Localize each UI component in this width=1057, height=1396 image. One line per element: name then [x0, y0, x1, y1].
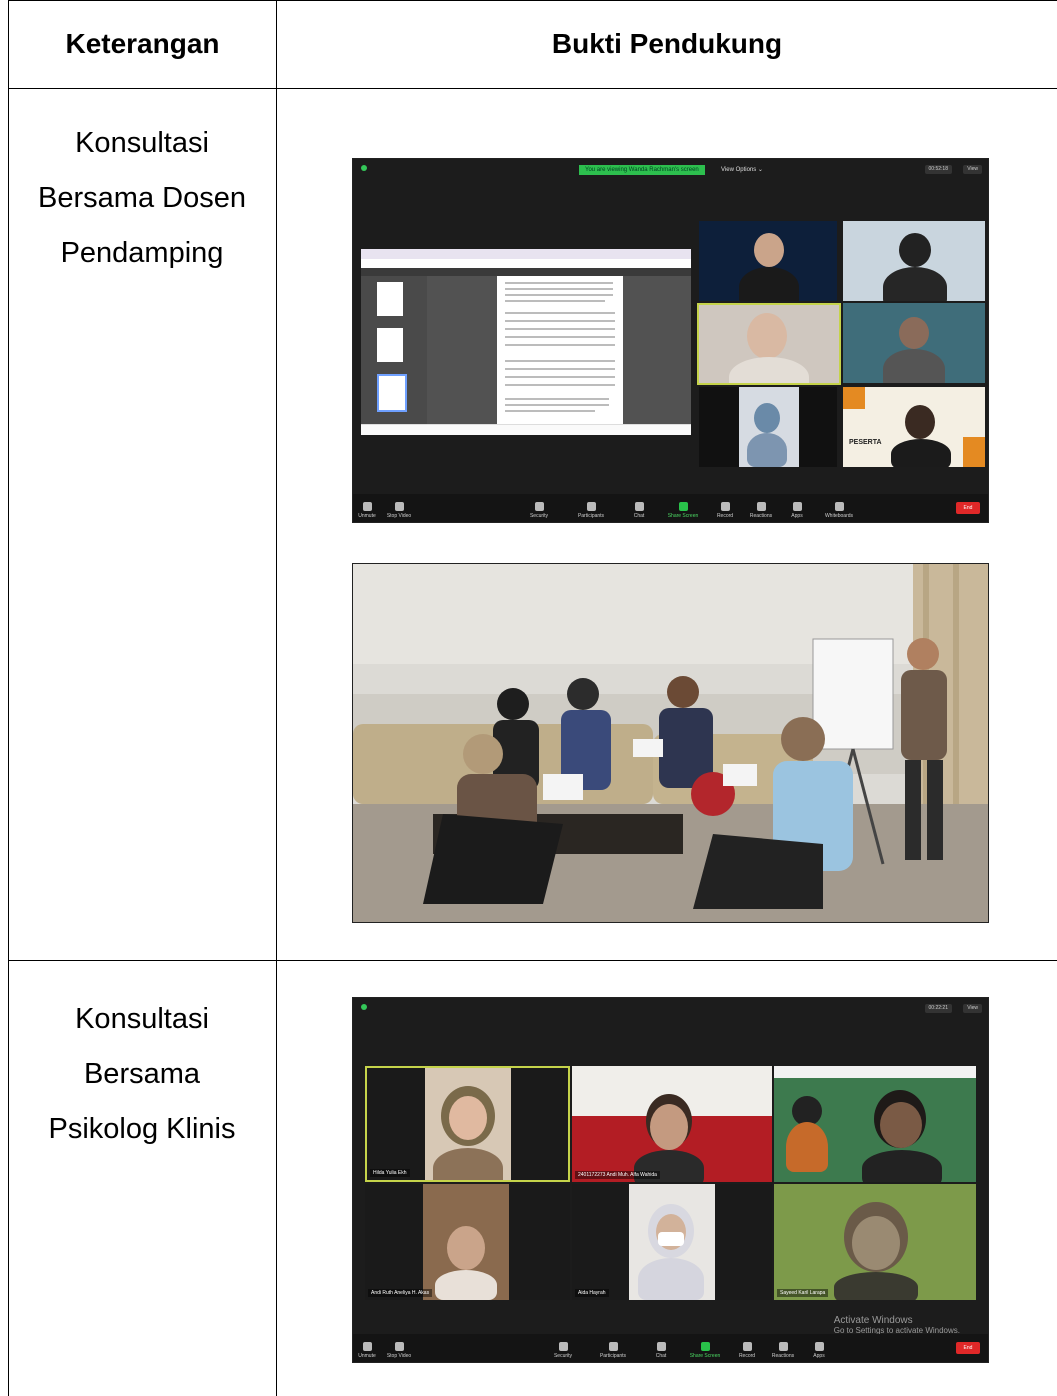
- participant-tile-1: [699, 221, 837, 301]
- participant-tile-5: PESERTA: [843, 387, 985, 467]
- pdf-thumbnails: [361, 276, 427, 425]
- zoom-toolbar: Unmute Stop Video Security Participants …: [353, 1334, 988, 1362]
- row-divider: [8, 960, 1057, 961]
- participant-name-1: Hilda Yulia Ekh: [370, 1169, 410, 1177]
- row1-line2: Bersama Dosen: [38, 182, 246, 214]
- meeting-timer: 00:52:18: [924, 165, 952, 174]
- microphone-icon: [362, 1342, 372, 1351]
- record-icon: [720, 502, 730, 511]
- reactions-button[interactable]: Reactions: [741, 502, 781, 519]
- reactions-button[interactable]: Reactions: [763, 1342, 803, 1359]
- meeting-timer: 00:22:21: [924, 1004, 952, 1013]
- apps-icon: [792, 502, 802, 511]
- share-screen-icon: [678, 502, 688, 511]
- security-button[interactable]: Security: [519, 502, 559, 519]
- zoom-screenshot-psikolog: 00:22:21 View Hilda Yulia Ekh 2401172273…: [352, 997, 989, 1363]
- participant-name-2: 2401172273 Andi Muh. Alfa Wahida: [575, 1171, 660, 1179]
- whiteboards-button[interactable]: Whiteboards: [819, 502, 859, 519]
- pdf-page: [497, 276, 623, 425]
- photo-in-person-consultation: [352, 563, 989, 923]
- row2-line1: Konsultasi: [75, 1003, 209, 1035]
- view-button[interactable]: View: [963, 1004, 982, 1013]
- stop-video-button[interactable]: Stop Video: [379, 1342, 419, 1359]
- participants-button[interactable]: Participants: [593, 1342, 633, 1359]
- row1-line1: Konsultasi: [75, 127, 209, 159]
- header-keterangan: Keterangan: [65, 28, 220, 59]
- gallery-tile-1-active-speaker: Hilda Yulia Ekh: [365, 1066, 570, 1182]
- chat-icon: [634, 502, 644, 511]
- zoom-topbar: 00:22:21 View: [353, 998, 988, 1016]
- zoom-topbar: You are viewing Wanda Rachman's screen V…: [353, 159, 988, 177]
- whiteboard-icon: [834, 502, 844, 511]
- chat-button[interactable]: Chat: [619, 502, 659, 519]
- shared-screen: [361, 249, 691, 435]
- row2-keterangan: Konsultasi Bersama Psikolog Klinis: [8, 992, 276, 1157]
- row2-line2: Bersama: [83, 1058, 201, 1090]
- participants-icon: [608, 1342, 618, 1351]
- participants-icon: [586, 502, 596, 511]
- activate-windows-watermark: Activate Windows Go to Settings to activ…: [834, 1316, 960, 1336]
- gallery-tile-4: Andi Ruth Aneliya H. Akas: [365, 1184, 570, 1300]
- participant-tile-3: [843, 303, 985, 383]
- row1-line3: Pendamping: [60, 237, 224, 269]
- record-icon: [742, 1342, 752, 1351]
- participant-tile-active-speaker: [697, 303, 841, 385]
- record-button[interactable]: Record: [727, 1342, 767, 1359]
- participant-name-6: Sayeed Karil Larapa: [777, 1289, 829, 1297]
- zoom-screenshot-dosen: You are viewing Wanda Rachman's screen V…: [352, 158, 989, 523]
- column-divider: [276, 0, 277, 1396]
- microphone-icon: [362, 502, 372, 511]
- gallery-tile-2: 2401172273 Andi Muh. Alfa Wahida: [572, 1066, 772, 1182]
- pdf-viewer: [427, 276, 691, 425]
- document-page: Keterangan Bukti Pendukung Konsultasi Be…: [0, 0, 1057, 1396]
- chat-icon: [656, 1342, 666, 1351]
- shield-icon: [534, 502, 544, 511]
- participant-name-5: Aida Hayrah: [575, 1289, 609, 1297]
- row2-line3: Psikolog Klinis: [48, 1113, 236, 1145]
- participants-button[interactable]: Participants: [571, 502, 611, 519]
- download-bar: [361, 424, 691, 435]
- apps-button[interactable]: Apps: [799, 1342, 839, 1359]
- watermark-title: Activate Windows: [833, 1315, 913, 1326]
- shield-icon: [361, 1004, 367, 1010]
- apps-button[interactable]: Apps: [777, 502, 817, 519]
- view-options-button[interactable]: View Options ⌄: [721, 165, 763, 175]
- end-meeting-button[interactable]: End: [956, 1342, 980, 1354]
- record-button[interactable]: Record: [705, 502, 745, 519]
- browser-tabbar: [361, 249, 691, 259]
- consultation-photo: [353, 564, 988, 922]
- end-meeting-button[interactable]: End: [956, 502, 980, 514]
- header-bottom-border: [8, 88, 1057, 89]
- gallery-tile-5: Aida Hayrah: [572, 1184, 772, 1300]
- video-camera-icon: [394, 502, 404, 511]
- pdf-toolbar: [361, 268, 691, 276]
- shield-icon: [361, 165, 367, 171]
- reactions-icon: [756, 502, 766, 511]
- share-screen-button[interactable]: Share Screen: [685, 1342, 725, 1359]
- participant-name-4: Andi Ruth Aneliya H. Akas: [368, 1289, 433, 1297]
- video-camera-icon: [394, 1342, 404, 1351]
- security-button[interactable]: Security: [543, 1342, 583, 1359]
- participant-tile-2: [843, 221, 985, 301]
- row1-keterangan: Konsultasi Bersama Dosen Pendamping: [8, 116, 276, 281]
- participant-tile-4: [699, 387, 837, 467]
- stop-video-button[interactable]: Stop Video: [379, 502, 419, 519]
- view-button[interactable]: View: [963, 165, 982, 174]
- screen-share-banner: You are viewing Wanda Rachman's screen: [579, 165, 705, 175]
- tile-label-peserta: PESERTA: [849, 439, 882, 446]
- zoom-toolbar: Unmute Stop Video Security Participants …: [353, 494, 988, 522]
- reactions-icon: [778, 1342, 788, 1351]
- share-screen-icon: [700, 1342, 710, 1351]
- header-bukti-pendukung: Bukti Pendukung: [551, 28, 783, 59]
- share-screen-button[interactable]: Share Screen: [663, 502, 703, 519]
- gallery-tile-3: [774, 1066, 976, 1182]
- shield-icon: [558, 1342, 568, 1351]
- gallery-tile-6: Sayeed Karil Larapa: [774, 1184, 976, 1300]
- chat-button[interactable]: Chat: [641, 1342, 681, 1359]
- apps-icon: [814, 1342, 824, 1351]
